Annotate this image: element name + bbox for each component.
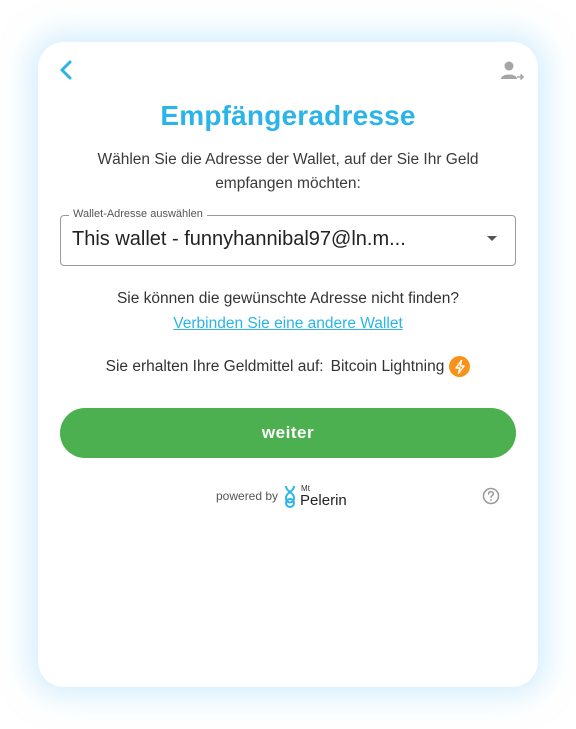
address-not-found-text: Sie können die gewünschte Adresse nicht …: [116, 290, 460, 307]
receive-label: Sie erhalten Ihre Geldmittel auf:: [105, 357, 324, 375]
lightning-icon: [449, 356, 471, 377]
logo-name: Pelerin: [300, 491, 347, 509]
mt-pelerin-logo: Mt Pelerin: [300, 484, 347, 509]
help-circle-icon: [482, 487, 500, 505]
powered-by-footer: powered by Mt Pelerin: [216, 484, 347, 508]
wallet-select-legend: Wallet-Adresse auswählen: [69, 208, 207, 220]
mt-pelerin-logo-icon: [285, 485, 296, 508]
account-button[interactable]: [500, 60, 525, 82]
wallet-address-select[interactable]: Wallet-Adresse auswählen This wallet - f…: [60, 208, 516, 266]
connect-other-wallet-link[interactable]: Verbinden Sie eine andere Wallet: [38, 315, 538, 333]
help-button[interactable]: [482, 487, 500, 505]
page-subtitle: Wählen Sie die Adresse der Wallet, auf d…: [97, 151, 479, 192]
powered-by-text: powered by: [216, 489, 279, 503]
page-title: Empfängeradresse: [160, 100, 416, 131]
back-button[interactable]: [56, 58, 78, 82]
widget-card: Empfängeradresse Wählen Sie die Adresse …: [38, 42, 538, 687]
chevron-down-icon: [487, 236, 497, 241]
continue-button[interactable]: weiter: [60, 408, 516, 458]
user-logout-icon: [501, 61, 525, 81]
chevron-left-icon: [60, 60, 72, 80]
wallet-select-value: This wallet - funnyhannibal97@ln.m...: [72, 228, 406, 250]
receive-network-row: Sie erhalten Ihre Geldmittel auf: Bitcoi…: [38, 356, 538, 377]
receive-network: Bitcoin Lightning: [330, 357, 445, 375]
